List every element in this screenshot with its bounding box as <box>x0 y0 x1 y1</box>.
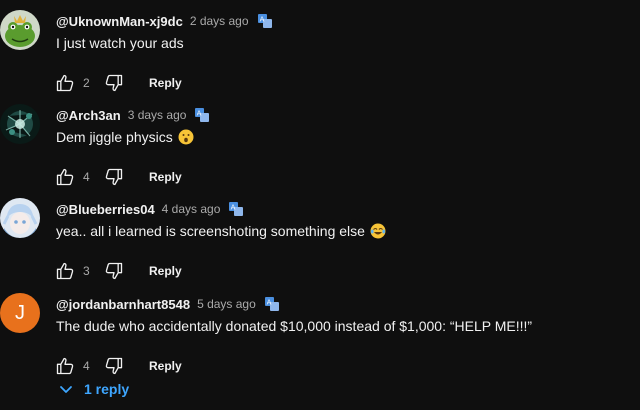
view-replies-button[interactable]: 1 reply <box>58 378 129 400</box>
avatar[interactable]: J <box>0 293 40 333</box>
dislike-button[interactable] <box>103 166 125 188</box>
thumbs-down-icon <box>105 168 123 186</box>
like-count: 4 <box>83 170 90 184</box>
face-with-open-mouth-icon <box>178 129 194 145</box>
like-button[interactable] <box>54 72 76 94</box>
comment-header: @Blueberries04 4 days ago A <box>56 200 244 218</box>
comment-1: @UknownMan-xj9dc 2 days ago A I just wat… <box>0 10 640 104</box>
translate-icon[interactable]: A <box>257 14 272 28</box>
comment-actions: 3 Reply <box>54 259 182 283</box>
comment-author[interactable]: @jordanbarnhart8548 <box>56 297 190 312</box>
comment-author[interactable]: @Blueberries04 <box>56 202 155 217</box>
like-count: 3 <box>83 264 90 278</box>
comment-text: The dude who accidentally donated $10,00… <box>56 318 532 334</box>
face-with-tears-of-joy-icon <box>370 223 386 239</box>
comment-body: I just watch your ads <box>56 35 184 51</box>
anime-character-avatar-icon <box>0 198 40 238</box>
comment-header: @UknownMan-xj9dc 2 days ago A <box>56 12 272 30</box>
reply-button[interactable]: Reply <box>149 359 182 373</box>
comment-3: @Blueberries04 4 days ago A yea.. all i … <box>0 198 640 292</box>
like-count: 2 <box>83 76 90 90</box>
svg-text:A: A <box>197 110 202 118</box>
avatar[interactable] <box>0 10 40 50</box>
svg-text:A: A <box>231 204 236 212</box>
avatar[interactable] <box>0 198 40 238</box>
comment-timestamp[interactable]: 5 days ago <box>197 297 256 311</box>
thumbs-up-icon <box>56 357 74 375</box>
reply-button[interactable]: Reply <box>149 264 182 278</box>
translate-icon[interactable]: A <box>229 202 244 216</box>
comment-timestamp[interactable]: 2 days ago <box>190 14 249 28</box>
frog-king-avatar-icon <box>0 10 40 50</box>
thumbs-down-icon <box>105 262 123 280</box>
like-button[interactable] <box>54 355 76 377</box>
svg-text:A: A <box>259 16 264 24</box>
thumbs-down-icon <box>105 74 123 92</box>
comment-body: yea.. all i learned is screenshoting som… <box>56 223 365 239</box>
comment-author[interactable]: @Arch3an <box>56 108 121 123</box>
comment-body: Dem jiggle physics <box>56 129 173 145</box>
comment-text: I just watch your ads <box>56 35 184 51</box>
like-button[interactable] <box>54 260 76 282</box>
comment-text: Dem jiggle physics <box>56 129 194 145</box>
comment-body: The dude who accidentally donated $10,00… <box>56 318 533 334</box>
chevron-down-icon <box>58 381 74 397</box>
dislike-button[interactable] <box>103 355 125 377</box>
avatar-initial: J <box>15 302 25 324</box>
comment-actions: 4 Reply <box>54 354 182 378</box>
dislike-button[interactable] <box>103 72 125 94</box>
comment-actions: 2 Reply <box>54 71 182 95</box>
comment-text: yea.. all i learned is screenshoting som… <box>56 223 386 239</box>
translate-icon[interactable]: A <box>195 108 210 122</box>
comment-timestamp[interactable]: 4 days ago <box>162 202 221 216</box>
replies-count-label: 1 reply <box>84 381 130 397</box>
thumbs-up-icon <box>56 168 74 186</box>
comment-2: @Arch3an 3 days ago A Dem jiggle physics <box>0 104 640 198</box>
reply-button[interactable]: Reply <box>149 170 182 184</box>
svg-text:A: A <box>266 299 271 307</box>
thumbs-up-icon <box>56 262 74 280</box>
avatar[interactable] <box>0 104 40 144</box>
reply-button[interactable]: Reply <box>149 76 182 90</box>
like-button[interactable] <box>54 166 76 188</box>
comment-4: J @jordanbarnhart8548 5 days ago A The d… <box>0 293 640 387</box>
dislike-button[interactable] <box>103 260 125 282</box>
like-count: 4 <box>83 359 90 373</box>
comment-author[interactable]: @UknownMan-xj9dc <box>56 14 183 29</box>
dark-teal-abstract-avatar-icon <box>0 104 40 144</box>
thumbs-up-icon <box>56 74 74 92</box>
comment-header: @jordanbarnhart8548 5 days ago A <box>56 295 279 313</box>
comment-actions: 4 Reply <box>54 165 182 189</box>
comment-timestamp[interactable]: 3 days ago <box>128 108 187 122</box>
thumbs-down-icon <box>105 357 123 375</box>
translate-icon[interactable]: A <box>264 297 279 311</box>
comment-header: @Arch3an 3 days ago A <box>56 106 210 124</box>
